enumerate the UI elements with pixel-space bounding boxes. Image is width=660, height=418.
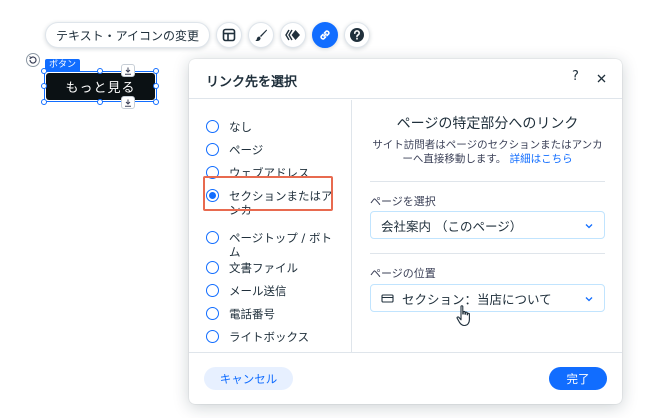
divider	[370, 181, 605, 182]
link-option-label: 電話番号	[229, 307, 275, 321]
dialog-title: リンク先を選択	[206, 75, 298, 90]
animation-icon	[285, 29, 301, 41]
link-option-label: ページトップ / ボトム	[229, 231, 332, 259]
highlight-annotation	[203, 176, 333, 211]
rotate-icon	[29, 56, 37, 64]
resize-handle-tl[interactable]	[41, 68, 47, 74]
panel-description: サイト訪問者はページのセクションまたはアンカーへ直接移動します。 詳細はこちら	[370, 138, 605, 166]
radio-button[interactable]	[206, 261, 219, 274]
link-option-label: 文書ファイル	[229, 261, 298, 275]
chevron-down-icon	[585, 224, 593, 229]
brush-icon	[255, 29, 268, 42]
page-position-label: ページの位置	[370, 267, 436, 280]
link-option-label: ライトボックス	[229, 330, 310, 344]
radio-button[interactable]	[206, 307, 219, 320]
hand-cursor-icon	[456, 305, 470, 327]
link-type-list: なし ページ ウェブアドレス セクションまたはアンカー ページトップ / ボトム…	[189, 100, 352, 352]
link-dialog: リンク先を選択 ? なし ページ ウェブアドレス セクションまたはアンカー ペー…	[189, 59, 622, 404]
resize-handle-ml[interactable]	[41, 83, 47, 89]
link-option-document[interactable]: 文書ファイル	[206, 261, 339, 275]
radio-button[interactable]	[206, 330, 219, 343]
link-icon	[320, 30, 330, 40]
dialog-help-button[interactable]: ?	[572, 69, 579, 84]
resize-handle-tm[interactable]	[97, 68, 103, 74]
help-icon	[350, 28, 365, 42]
radio-button[interactable]	[206, 231, 219, 244]
layout-icon	[222, 28, 236, 42]
link-option-phone[interactable]: 電話番号	[206, 307, 339, 321]
page-select-label: ページを選択	[370, 195, 436, 208]
design-button[interactable]	[248, 22, 275, 48]
radio-button[interactable]	[206, 284, 219, 297]
panel-title: ページの特定部分へのリンク	[396, 116, 579, 132]
section-icon	[381, 293, 394, 304]
page-select-dropdown[interactable]: 会社案内 （このページ）	[370, 211, 605, 239]
stretch-handle-bottom[interactable]	[121, 96, 135, 109]
change-text-icon-button[interactable]: テキスト・アイコンの変更	[45, 22, 211, 48]
link-button[interactable]	[312, 22, 339, 48]
selection-type-label: ボタン	[45, 59, 81, 71]
link-option-top-bottom[interactable]: ページトップ / ボトム	[206, 231, 339, 259]
link-option-lightbox[interactable]: ライトボックス	[206, 330, 339, 344]
element-toolbar: テキスト・アイコンの変更	[45, 21, 371, 49]
animation-button[interactable]	[280, 22, 307, 48]
link-option-label: なし	[229, 120, 252, 134]
rotate-handle[interactable]	[26, 53, 40, 67]
link-option-label: ページ	[229, 143, 264, 157]
radio-button[interactable]	[206, 143, 219, 156]
link-option-email[interactable]: メール送信	[206, 284, 339, 298]
cancel-button[interactable]: キャンセル	[204, 367, 293, 390]
download-icon	[125, 67, 131, 75]
page-select-value: 会社案内 （このページ）	[381, 218, 523, 234]
canvas-button[interactable]: もっと見る	[46, 73, 155, 100]
learn-more-link[interactable]: 詳細はこちら	[510, 153, 573, 165]
link-option-label: メール送信	[229, 284, 287, 298]
stretch-handle-top[interactable]	[121, 64, 135, 77]
dialog-close-button[interactable]	[594, 71, 608, 85]
resize-handle-tr[interactable]	[153, 68, 159, 74]
resize-handle-bl[interactable]	[41, 99, 47, 105]
download-icon	[125, 99, 131, 107]
done-button[interactable]: 完了	[549, 367, 607, 390]
link-option-page[interactable]: ページ	[206, 143, 339, 157]
resize-handle-br[interactable]	[153, 99, 159, 105]
chevron-down-icon	[585, 297, 593, 302]
close-icon	[597, 74, 605, 82]
help-button[interactable]	[344, 22, 371, 48]
link-option-none[interactable]: なし	[206, 120, 339, 134]
resize-handle-mr[interactable]	[153, 83, 159, 89]
dialog-header: リンク先を選択 ?	[189, 59, 622, 99]
link-settings-panel: ページの特定部分へのリンク サイト訪問者はページのセクションまたはアンカーへ直接…	[353, 100, 622, 352]
page-position-value: セクション：当店について	[402, 291, 552, 307]
divider	[370, 253, 605, 254]
radio-button[interactable]	[206, 120, 219, 133]
page-position-dropdown[interactable]: セクション：当店について	[370, 284, 605, 312]
resize-handle-bm[interactable]	[97, 99, 103, 105]
dialog-footer: キャンセル 完了	[189, 352, 622, 404]
layout-button[interactable]	[216, 22, 243, 48]
